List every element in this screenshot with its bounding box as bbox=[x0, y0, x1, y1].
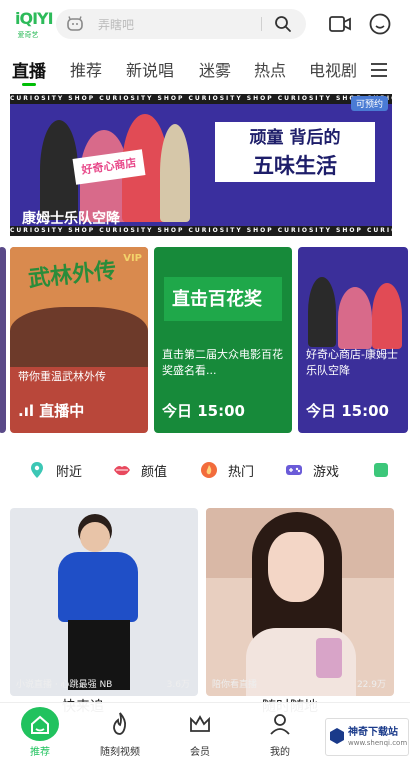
profile-icon bbox=[270, 714, 290, 735]
stream-card[interactable]: 小说直播 · 心跳最强 NB 3.6万 bbox=[10, 508, 198, 696]
watermark-logo-icon bbox=[330, 728, 344, 744]
card-crowd bbox=[10, 307, 148, 367]
card-person bbox=[372, 283, 402, 349]
stream-card-viewers: 3.6万 bbox=[166, 680, 190, 690]
category-label: 附近 bbox=[56, 465, 83, 480]
hero-banner[interactable]: CURIOSITY SHOP CURIOSITY SHOP CURIOSITY … bbox=[10, 94, 392, 236]
live-card-partial bbox=[0, 247, 6, 433]
banner-stripe-top: CURIOSITY SHOP CURIOSITY SHOP CURIOSITY … bbox=[10, 94, 392, 104]
flame-icon bbox=[113, 712, 127, 735]
person-face bbox=[268, 532, 324, 602]
live-cards-row: 武林外传 VIP 带你重温武林外传 .ıl 直播中 直击百花奖 直击第二届大众电… bbox=[0, 247, 410, 433]
iqiyi-logo[interactable]: iQIYI 爱奇艺 bbox=[10, 8, 54, 42]
card-time: 今日 15:00 bbox=[162, 402, 245, 420]
tab-live[interactable]: 直播 bbox=[12, 57, 46, 82]
card-live-status: .ıl 直播中 bbox=[18, 402, 85, 420]
card-person bbox=[338, 287, 372, 349]
watermark-url: www.shenqi.com bbox=[348, 739, 408, 747]
nav-home[interactable]: 推荐 bbox=[10, 707, 70, 758]
smiley-icon[interactable] bbox=[368, 12, 392, 36]
card-person bbox=[308, 277, 336, 347]
gamepad-icon bbox=[286, 465, 302, 475]
tab-mist[interactable]: 迷雾 bbox=[199, 57, 231, 81]
stream-card[interactable]: 陪你看直播 22.9万 bbox=[206, 508, 394, 696]
search-input[interactable]: 弄瞎吧 bbox=[98, 16, 134, 33]
tab-recommend[interactable]: 推荐 bbox=[70, 57, 102, 81]
category-nearby[interactable]: 附近 bbox=[28, 458, 88, 482]
green-category-icon bbox=[374, 463, 388, 477]
vip-badge: VIP bbox=[123, 253, 142, 264]
home-icon bbox=[31, 715, 49, 734]
logo-subtitle: 爱奇艺 bbox=[17, 31, 39, 39]
banner-person bbox=[160, 124, 190, 222]
banner-person bbox=[40, 120, 78, 220]
category-row: 附近 颜值 热门 游戏 bbox=[0, 446, 410, 494]
category-beauty[interactable]: 颜值 bbox=[113, 458, 173, 482]
banner-headline: 顽童 背后的 五味生活 bbox=[215, 122, 375, 182]
watermark-title: 神奇下载站 bbox=[348, 727, 398, 738]
tab-tv[interactable]: 电视剧 bbox=[309, 57, 357, 81]
crown-icon bbox=[190, 715, 210, 732]
nav-mine[interactable]: 我的 bbox=[250, 707, 310, 758]
tab-rap[interactable]: 新说唱 bbox=[126, 57, 174, 81]
banner-headline-line1: 顽童 背后的 bbox=[249, 128, 341, 148]
card-title-art: 直击百花奖 bbox=[172, 289, 262, 310]
channel-tabs: 直播 推荐 新说唱 迷雾 热点 电视剧 bbox=[0, 52, 410, 88]
lips-icon bbox=[114, 466, 130, 476]
tab-hot[interactable]: 热点 bbox=[254, 57, 286, 81]
category-label: 热门 bbox=[228, 465, 255, 480]
menu-icon[interactable] bbox=[368, 60, 390, 80]
card-description: 直击第二届大众电影百花奖盛名看... bbox=[162, 348, 283, 377]
category-label: 游戏 bbox=[313, 465, 340, 480]
pig-icon bbox=[67, 16, 83, 31]
category-games[interactable]: 游戏 bbox=[285, 458, 345, 482]
fire-icon bbox=[201, 462, 217, 478]
nav-vip[interactable]: 会员 bbox=[170, 707, 230, 758]
stream-card-viewers: 22.9万 bbox=[356, 680, 386, 690]
category-partial[interactable] bbox=[372, 458, 402, 482]
search-divider bbox=[261, 17, 262, 31]
nav-label: 会员 bbox=[190, 747, 210, 758]
card-time: 今日 15:00 bbox=[306, 402, 389, 420]
card-description: 好奇心商店-康姆士乐队空降 bbox=[306, 348, 398, 377]
card-description: 带你重温武林外传 bbox=[18, 370, 106, 383]
location-icon bbox=[31, 462, 43, 478]
video-camera-icon[interactable] bbox=[328, 12, 352, 36]
nav-suike-video[interactable]: 随刻视频 bbox=[90, 707, 150, 758]
drink-cup bbox=[316, 638, 342, 678]
search-bar[interactable]: 弄瞎吧 bbox=[56, 9, 306, 39]
reserve-badge: 可预约 bbox=[350, 96, 388, 111]
nav-label: 推荐 bbox=[30, 747, 50, 758]
category-hot[interactable]: 热门 bbox=[200, 458, 260, 482]
live-card[interactable]: 武林外传 VIP 带你重温武林外传 .ıl 直播中 bbox=[10, 247, 148, 433]
stream-card-caption: 小说直播 · 心跳最强 NB bbox=[16, 680, 113, 690]
site-watermark: 神奇下载站 www.shenqi.com bbox=[325, 718, 409, 756]
header: iQIYI 爱奇艺 弄瞎吧 bbox=[0, 0, 410, 50]
logo-mark: iQIYI bbox=[15, 9, 54, 28]
nav-label: 我的 bbox=[270, 747, 290, 758]
banner-headline-line2: 五味生活 bbox=[253, 154, 337, 178]
person-face bbox=[80, 522, 110, 552]
person-sweater bbox=[58, 552, 138, 622]
search-icon[interactable] bbox=[274, 15, 292, 33]
stream-card-caption: 陪你看直播 bbox=[212, 680, 258, 690]
banner-caption: 康姆士乐队空降 bbox=[22, 211, 120, 227]
active-tab-indicator bbox=[22, 83, 36, 86]
live-card[interactable]: 好奇心商店-康姆士乐队空降 今日 15:00 bbox=[298, 247, 408, 433]
category-label: 颜值 bbox=[141, 465, 168, 480]
nav-label: 随刻视频 bbox=[100, 747, 140, 758]
live-card[interactable]: 直击百花奖 直击第二届大众电影百花奖盛名看... 今日 15:00 bbox=[154, 247, 292, 433]
